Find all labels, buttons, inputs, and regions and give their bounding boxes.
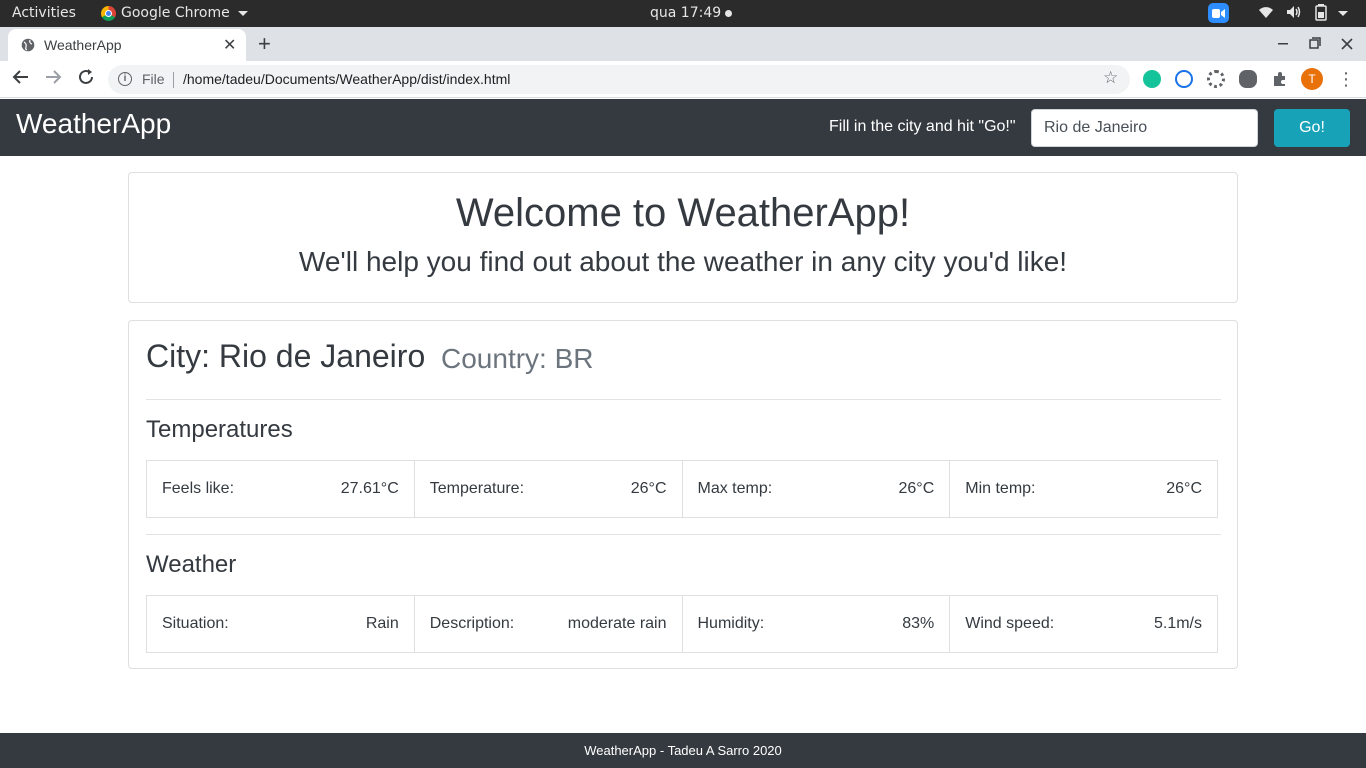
extension-icon[interactable] (1175, 70, 1193, 88)
max-temp-cell: Max temp: 26°C (681, 460, 951, 518)
browser-toolbar: i File /home/tadeu/Documents/WeatherApp/… (0, 61, 1366, 98)
address-bar[interactable]: i File /home/tadeu/Documents/WeatherApp/… (108, 65, 1130, 94)
url-scheme-label: File (142, 71, 165, 87)
description-cell: Description: moderate rain (413, 595, 683, 653)
chrome-icon (101, 5, 116, 21)
go-button[interactable]: Go! (1274, 109, 1350, 147)
notification-dot-icon (725, 9, 733, 17)
situation-cell: Situation: Rain (146, 595, 415, 653)
tab-strip: WeatherApp ✕ + (0, 27, 1366, 61)
cell-label: Max temp: (697, 480, 773, 497)
globe-icon (21, 38, 35, 57)
humidity-cell: Humidity: 83% (681, 595, 951, 653)
tab-close-icon[interactable]: ✕ (223, 35, 236, 55)
app-navbar: WeatherApp Fill in the city and hit "Go!… (0, 99, 1366, 156)
page-footer: WeatherApp - Tadeu A Sarro 2020 (0, 733, 1366, 768)
cell-value: 26°C (898, 480, 935, 497)
system-menu-chevron-icon[interactable] (1338, 11, 1348, 16)
cell-value: 26°C (1166, 480, 1202, 497)
cell-label: Feels like: (162, 480, 235, 497)
restore-icon[interactable] (1309, 36, 1321, 53)
omnibox-divider (173, 72, 174, 88)
welcome-subtitle: We'll help you find out about the weathe… (298, 246, 1068, 277)
profile-avatar[interactable]: T (1301, 68, 1323, 90)
puzzle-extensions-icon[interactable] (1271, 70, 1289, 88)
activities-button[interactable]: Activities (12, 5, 76, 21)
chevron-down-icon (237, 10, 248, 16)
more-menu-icon[interactable]: ⋮ (1337, 69, 1355, 90)
system-top-bar: Activities Google Chrome qua 17:49 (0, 0, 1366, 27)
clock[interactable]: qua 17:49 (650, 5, 733, 21)
minimize-icon[interactable] (1277, 29, 1289, 53)
cell-value: 5.1m/s (1153, 615, 1202, 632)
clock-text: qua 17:49 (650, 5, 722, 21)
footer-text: WeatherApp - Tadeu A Sarro 2020 (584, 743, 782, 758)
search-hint: Fill in the city and hit "Go!" (829, 118, 1016, 135)
city-search-input[interactable] (1031, 109, 1258, 147)
welcome-title: Welcome to WeatherApp! (455, 191, 911, 235)
battery-icon[interactable] (1314, 3, 1328, 21)
weather-heading: Weather (146, 551, 237, 578)
welcome-card: Welcome to WeatherApp! We'll help you fi… (128, 172, 1238, 303)
new-tab-button[interactable]: + (258, 31, 271, 57)
temperatures-heading: Temperatures (146, 416, 293, 443)
bug-extension-icon[interactable] (1239, 70, 1257, 88)
divider (146, 534, 1221, 535)
cell-label: Min temp: (965, 480, 1036, 497)
cell-label: Temperature: (429, 480, 525, 497)
cell-value: 26°C (630, 480, 667, 497)
forward-icon[interactable] (44, 68, 62, 91)
zoom-icon[interactable] (1208, 3, 1229, 23)
cell-label: Wind speed: (965, 615, 1055, 632)
cell-value: 27.61°C (340, 480, 399, 497)
tab-title: WeatherApp (44, 37, 122, 53)
url-text[interactable]: /home/tadeu/Documents/WeatherApp/dist/in… (183, 71, 510, 87)
cell-label: Description: (429, 615, 515, 632)
wifi-icon[interactable] (1258, 3, 1274, 21)
info-icon[interactable]: i (118, 72, 132, 86)
reload-icon[interactable] (77, 68, 95, 91)
country-name: Country: BR (441, 343, 594, 374)
weather-row: Situation: Rain Description: moderate ra… (146, 595, 1221, 653)
wind-speed-cell: Wind speed: 5.1m/s (949, 595, 1218, 653)
temperature-cell: Temperature: 26°C (413, 460, 683, 518)
cell-label: Situation: (162, 615, 229, 632)
cell-value: 83% (902, 615, 935, 632)
app-name: Google Chrome (121, 5, 230, 21)
bookmark-star-icon[interactable]: ☆ (1103, 68, 1118, 88)
window-close-icon[interactable] (1341, 37, 1353, 54)
feels-like-cell: Feels like: 27.61°C (146, 460, 415, 518)
cell-value: Rain (365, 615, 399, 632)
volume-icon[interactable] (1285, 3, 1303, 21)
temperatures-row: Feels like: 27.61°C Temperature: 26°C Ma… (146, 460, 1221, 518)
app-menu[interactable]: Google Chrome (101, 5, 248, 21)
city-name: City: Rio de Janeiro (146, 338, 426, 374)
min-temp-cell: Min temp: 26°C (949, 460, 1218, 518)
settings-extension-icon[interactable] (1207, 70, 1225, 88)
divider (146, 399, 1221, 400)
grammarly-extension-icon[interactable] (1143, 70, 1161, 88)
back-icon[interactable] (12, 68, 30, 91)
navbar-brand[interactable]: WeatherApp (16, 108, 171, 140)
weather-result-card: City: Rio de Janeiro Country: BR Tempera… (128, 320, 1238, 669)
cell-label: Humidity: (697, 615, 765, 632)
cell-value: moderate rain (567, 615, 667, 632)
tab-weatherapp[interactable]: WeatherApp ✕ (8, 29, 246, 61)
